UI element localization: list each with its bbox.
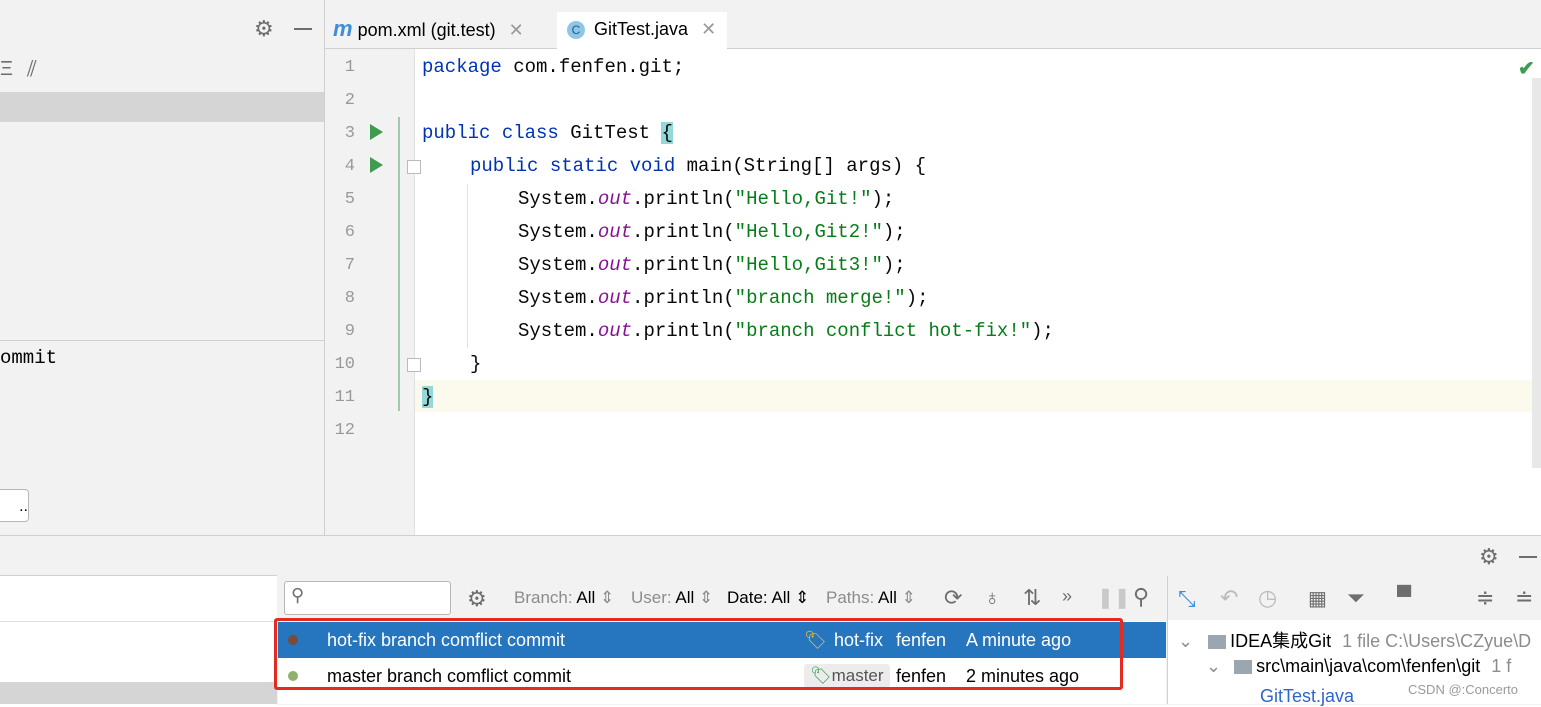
line-number: 6: [344, 223, 355, 242]
line-number: 7: [344, 256, 355, 275]
history-icon[interactable]: ◷: [1258, 585, 1277, 611]
line-number: 2: [344, 91, 355, 110]
gear-icon[interactable]: ⚙: [254, 16, 274, 42]
indent-guide: [467, 184, 468, 348]
code-line-4: public static void main(String[] args) {: [470, 155, 927, 177]
code-line-6: System.out.println("Hello,Git2!");: [518, 221, 906, 243]
line-number: 1: [344, 58, 355, 77]
tab-label: pom.xml (git.test): [357, 20, 496, 40]
pause-icon[interactable]: ❚❚: [1097, 585, 1131, 610]
code-line-5: System.out.println("Hello,Git!");: [518, 188, 895, 210]
scrollbar[interactable]: [1532, 78, 1541, 468]
code-line-11: }: [422, 386, 434, 408]
tab-gittest-java[interactable]: C GitTest.java ✕: [557, 12, 727, 52]
date-filter[interactable]: Date: All ⇕: [727, 588, 809, 608]
cherry-pick-icon[interactable]: ♁: [984, 585, 1001, 611]
sort-icon[interactable]: ⇅: [1023, 585, 1041, 611]
line-number: 8: [344, 289, 355, 308]
collapse-all-icon[interactable]: ⫽: [27, 56, 37, 82]
refresh-icon[interactable]: ⟳: [944, 585, 962, 611]
run-main-icon[interactable]: [370, 157, 383, 173]
search-icon[interactable]: ⚲: [1133, 584, 1149, 610]
commit-label: ommit: [0, 347, 58, 369]
tree-root-meta: 1 file C:\Users\CZyue\D: [1342, 631, 1532, 651]
tree-folder-label: src\main\java\com\fenfen\git: [1256, 656, 1481, 676]
fold-icon[interactable]: [407, 358, 421, 372]
tree-root-label: IDEA集成Git: [1230, 631, 1332, 651]
gear-icon[interactable]: ⚙: [467, 586, 487, 612]
fold-icon[interactable]: [407, 160, 421, 174]
close-icon[interactable]: ✕: [701, 19, 716, 39]
line-number: 3: [344, 124, 355, 143]
chevron-down-icon: ⌄: [1206, 656, 1222, 676]
divider: [0, 621, 277, 622]
more-icon[interactable]: »: [1062, 586, 1072, 607]
search-input[interactable]: ⚲: [284, 581, 451, 615]
minimize-icon[interactable]: [1519, 556, 1537, 558]
line-number: 9: [344, 322, 355, 341]
folder-icon: [1234, 660, 1253, 675]
tree-root[interactable]: ⌄ IDEA集成Git 1 file C:\Users\CZyue\D: [1178, 627, 1531, 653]
java-class-icon: C: [567, 21, 585, 40]
watermark: CSDN @:Concerto: [1408, 682, 1519, 697]
gear-icon[interactable]: ⚙: [1479, 544, 1499, 570]
tree-file-label: GitTest.java: [1260, 686, 1355, 706]
folder-icon: [1208, 635, 1227, 650]
tree-folder[interactable]: ⌄ src\main\java\com\fenfen\git 1 f: [1206, 656, 1511, 677]
tree-folder-meta: 1 f: [1491, 656, 1512, 676]
branch-filter[interactable]: Branch: All ⇕: [514, 588, 614, 608]
expand-all-icon[interactable]: Ξ: [0, 58, 13, 81]
line-number: 11: [334, 388, 355, 407]
commit-button[interactable]: ..: [0, 489, 29, 522]
search-icon: ⚲: [291, 585, 305, 605]
revert-icon[interactable]: ↶: [1220, 585, 1238, 611]
close-icon[interactable]: ✕: [509, 20, 524, 40]
code-line-10: }: [470, 353, 482, 375]
chevron-down-icon: ⌄: [1178, 631, 1194, 651]
filter-icon[interactable]: ⏷: [1347, 585, 1365, 611]
paths-filter[interactable]: Paths: All ⇕: [826, 588, 916, 608]
tab-label: GitTest.java: [594, 19, 689, 39]
layout-icon[interactable]: ▀: [1397, 586, 1411, 609]
current-line-highlight: [415, 380, 1541, 412]
code-line-7: System.out.println("Hello,Git3!");: [518, 254, 906, 276]
compare-icon[interactable]: ⤡: [1178, 586, 1196, 612]
code-line-9: System.out.println("branch conflict hot-…: [518, 320, 1054, 342]
left-tool-panel: [0, 0, 325, 535]
run-class-icon[interactable]: [370, 124, 383, 140]
tab-pom-xml[interactable]: m pom.xml (git.test) ✕: [333, 12, 524, 48]
code-line-3: public class GitTest {: [422, 122, 673, 144]
code-line-8: System.out.println("branch merge!");: [518, 287, 929, 309]
selected-row[interactable]: [0, 92, 324, 122]
maven-icon: m: [333, 16, 353, 41]
user-filter[interactable]: User: All ⇕: [631, 588, 713, 608]
group-by-icon[interactable]: ▦: [1308, 586, 1327, 611]
line-number: 4: [344, 157, 355, 176]
code-line-1: package com.fenfen.git;: [422, 56, 685, 78]
line-number: 10: [334, 355, 355, 374]
line-number: 5: [344, 190, 355, 209]
change-marker: [398, 117, 400, 411]
minimize-icon[interactable]: [294, 28, 312, 30]
selected-branch-row[interactable]: [0, 682, 277, 704]
collapse-all-icon[interactable]: ≐: [1515, 585, 1533, 611]
expand-all-icon[interactable]: ≑: [1476, 585, 1494, 611]
divider: [0, 340, 324, 341]
line-number: 12: [334, 421, 355, 440]
highlight-box: [274, 618, 1123, 690]
